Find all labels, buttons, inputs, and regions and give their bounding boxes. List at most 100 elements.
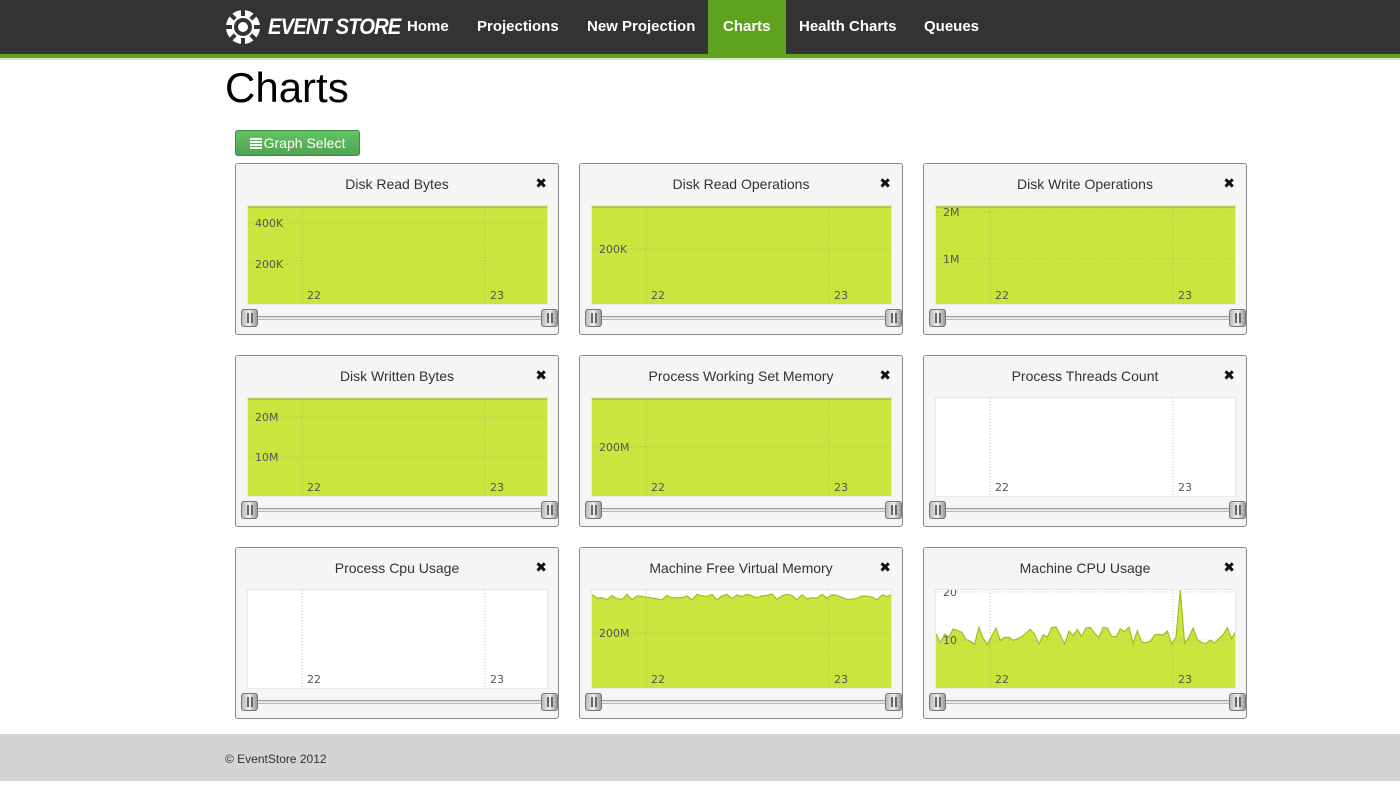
close-icon[interactable]: ✖ [1223,367,1235,384]
chart-title: Disk Read Bytes [345,176,449,192]
y-tick-label: 1M [943,253,960,266]
range-slider-track[interactable] [593,316,891,320]
range-slider-left-handle[interactable] [241,309,258,327]
close-icon[interactable]: ✖ [879,175,891,192]
close-icon[interactable]: ✖ [1223,559,1235,576]
range-slider[interactable] [929,309,1246,327]
range-slider[interactable] [929,693,1246,711]
navbar-accent-shadow [0,58,1400,60]
close-icon[interactable]: ✖ [879,559,891,576]
chart-svg: 20 10 22 23 [936,590,1235,688]
range-slider[interactable] [585,693,902,711]
chart-svg: 22 23 [989,398,1192,496]
nav-home[interactable]: Home [392,0,464,54]
x-tick-label: 22 [307,481,321,494]
chart-plot[interactable]: 2M 1M 22 23 [935,205,1236,305]
chart-plot[interactable]: 400K 200K 22 23 [247,205,548,305]
range-slider-track[interactable] [937,316,1235,320]
nav-new-projection[interactable]: New Projection [572,0,710,54]
range-slider-left-handle[interactable] [929,309,946,327]
y-tick-label: 200M [599,441,630,454]
range-slider-left-handle[interactable] [929,501,946,519]
x-tick-label: 22 [307,289,321,302]
chart-plot[interactable]: 200K 22 23 [591,205,892,305]
chart-panel: Disk Read Bytes ✖ 400K 200K 22 23 [235,163,559,335]
range-slider-right-handle[interactable] [1229,693,1246,711]
range-slider-right-handle[interactable] [541,501,558,519]
range-slider[interactable] [585,309,902,327]
chart-title: Machine Free Virtual Memory [649,560,833,576]
brand-logo[interactable]: EVENT STORE [224,8,412,46]
x-tick-label: 23 [490,481,504,494]
range-slider-track[interactable] [593,508,891,512]
nav-health-charts[interactable]: Health Charts [784,0,912,54]
x-tick-label: 22 [651,481,665,494]
nav-projections[interactable]: Projections [462,0,574,54]
range-slider[interactable] [585,501,902,519]
range-slider[interactable] [241,309,558,327]
close-icon[interactable]: ✖ [1223,175,1235,192]
nav-queues[interactable]: Queues [909,0,994,54]
x-tick-label: 23 [834,673,848,686]
range-slider-right-handle[interactable] [1229,501,1246,519]
range-slider-track[interactable] [937,508,1235,512]
range-slider-left-handle[interactable] [929,693,946,711]
range-slider-left-handle[interactable] [585,693,602,711]
range-slider-track[interactable] [937,700,1235,704]
range-slider-track[interactable] [249,316,547,320]
x-tick-label: 22 [651,289,665,302]
chart-plot[interactable]: 20 10 22 23 [935,589,1236,689]
range-slider-right-handle[interactable] [1229,309,1246,327]
chart-panel: Process Working Set Memory ✖ 200M 22 23 [579,355,903,527]
x-tick-label: 22 [307,673,321,686]
y-tick-label: 20M [255,411,279,424]
chart-panel: Machine CPU Usage ✖ 20 10 22 23 [923,547,1247,719]
footer-copyright: © EventStore 2012 [225,752,327,766]
chart-panel: Machine Free Virtual Memory ✖ 200M 22 23 [579,547,903,719]
range-slider-right-handle[interactable] [885,693,902,711]
chart-plot[interactable]: 200M 22 23 [591,397,892,497]
x-tick-label: 22 [651,673,665,686]
range-slider-right-handle[interactable] [885,309,902,327]
y-tick-label: 20 [943,590,957,599]
range-slider-left-handle[interactable] [241,501,258,519]
range-slider-track[interactable] [249,508,547,512]
x-tick-label: 23 [1178,481,1192,494]
y-tick-label: 2M [943,206,960,219]
range-slider-left-handle[interactable] [585,501,602,519]
x-tick-label: 23 [834,481,848,494]
page-title: Charts [225,64,349,111]
range-slider-right-handle[interactable] [885,501,902,519]
chart-plot[interactable]: 200M 22 23 [591,589,892,689]
range-slider[interactable] [929,501,1246,519]
range-slider[interactable] [241,501,558,519]
x-tick-label: 23 [834,289,848,302]
chart-title: Disk Write Operations [1017,176,1153,192]
range-slider-track[interactable] [249,700,547,704]
x-tick-label: 22 [995,673,1009,686]
chart-plot[interactable]: 22 23 [935,397,1236,497]
range-slider[interactable] [241,693,558,711]
nav-charts[interactable]: Charts [708,0,786,54]
chart-title: Disk Written Bytes [339,368,455,384]
close-icon[interactable]: ✖ [535,175,547,192]
close-icon[interactable]: ✖ [535,559,547,576]
range-slider-right-handle[interactable] [541,309,558,327]
range-slider-track[interactable] [593,700,891,704]
range-slider-left-handle[interactable] [585,309,602,327]
chart-panel: Process Threads Count ✖ 22 23 [923,355,1247,527]
chart-title: Process Cpu Usage [334,560,460,576]
range-slider-right-handle[interactable] [541,693,558,711]
chart-svg: 2M 1M 22 23 [936,206,1235,304]
chart-title: Process Threads Count [1011,368,1159,384]
chart-plot[interactable]: 20M 10M 22 23 [247,397,548,497]
graph-select-button[interactable]: Graph Select [235,130,360,156]
close-icon[interactable]: ✖ [535,367,547,384]
footer: © EventStore 2012 [0,734,1400,781]
range-slider-left-handle[interactable] [241,693,258,711]
y-tick-label: 200M [599,627,630,640]
chart-plot[interactable]: 22 23 [247,589,548,689]
x-tick-label: 23 [490,673,504,686]
chart-panel: Process Cpu Usage ✖ 22 23 [235,547,559,719]
close-icon[interactable]: ✖ [879,367,891,384]
